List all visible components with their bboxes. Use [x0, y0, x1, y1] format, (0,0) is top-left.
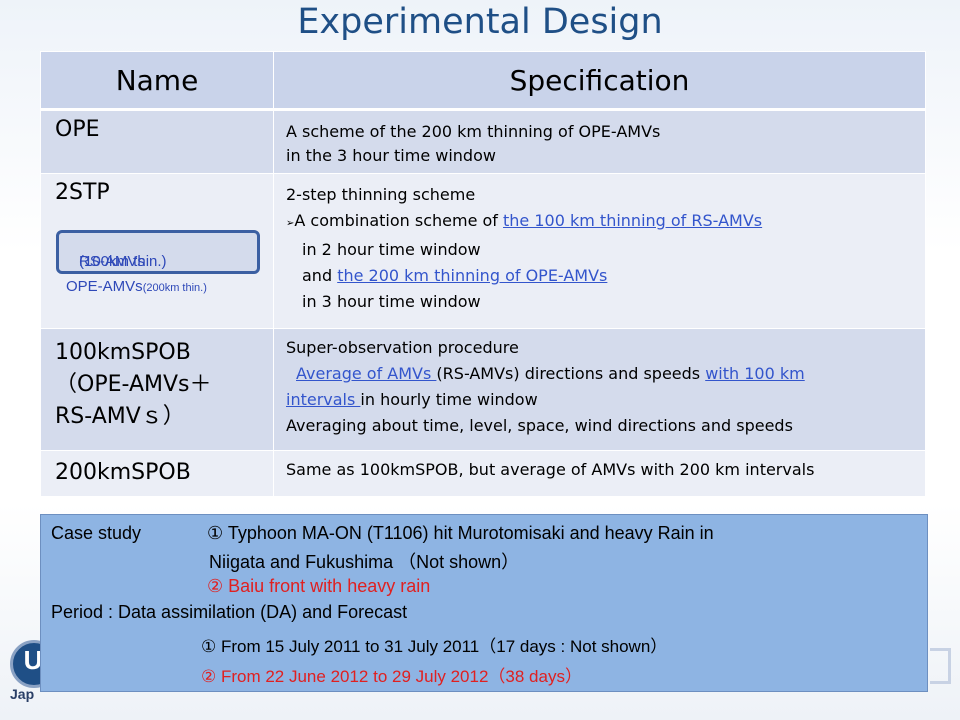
link-intervals[interactable]: intervals: [286, 390, 360, 409]
legend-rs-amvs-box: RS-AMVs (100km thin.): [56, 230, 260, 274]
case-item-1: ① Typhoon MA-ON (T1106) hit Murotomisaki…: [207, 523, 714, 543]
spec-line: in 2 hour time window: [302, 240, 481, 259]
period-item-2: ② From 22 June 2012 to 29 July 2012（38 d…: [201, 667, 582, 686]
spec-line: intervals in hourly time window: [286, 390, 538, 409]
case-study-label: Case study: [51, 523, 142, 543]
case-item-2: ② Baiu front with heavy rain: [207, 576, 431, 596]
table-header-row: Name Specification: [40, 51, 926, 111]
link-200km-thinning[interactable]: the 200 km thinning of OPE-AMVs: [337, 266, 607, 285]
decorative-mark: [930, 648, 951, 684]
page-title: Experimental Design: [297, 2, 663, 42]
spec-line: A scheme of the 200 km thinning of OPE-A…: [286, 122, 661, 141]
spec-line: ➢A combination scheme of the 100 km thin…: [286, 211, 763, 230]
row-spec: Super-observation procedure Average of A…: [273, 328, 926, 451]
row-name: 200kmSPOB: [40, 450, 274, 497]
case-study-box: Case study ① Typhoon MA-ON (T1106) hit M…: [40, 514, 928, 692]
spec-line: 2-step thinning scheme: [286, 185, 476, 204]
row-name: 100kmSPOB （OPE-AMVs＋ RS-AMVｓ）: [40, 328, 274, 451]
header-specification: Specification: [273, 51, 926, 111]
link-with-100km[interactable]: with 100 km: [705, 364, 805, 383]
case-item-1-cont: Niigata and Fukushima （Not shown）: [209, 552, 520, 572]
spec-line: Averaging about time, level, space, wind…: [286, 416, 793, 435]
link-100km-thinning[interactable]: the 100 km thinning of RS-AMVs: [503, 211, 762, 230]
spec-line: Super-observation procedure: [286, 338, 519, 357]
table-row-200kmspob: 200kmSPOB Same as 100kmSPOB, but average…: [40, 450, 926, 497]
logo-text: Jap: [10, 686, 35, 702]
row-spec: 2-step thinning scheme ➢A combination sc…: [273, 173, 926, 329]
row-name: OPE: [40, 109, 274, 174]
spec-line: in 3 hour time window: [302, 292, 481, 311]
period-label: Period : Data assimilation (DA) and Fore…: [51, 602, 408, 622]
spec-line: Average of AMVs (RS-AMVs) directions and…: [296, 364, 805, 383]
header-name: Name: [40, 51, 274, 111]
row-spec: A scheme of the 200 km thinning of OPE-A…: [273, 109, 926, 174]
specification-table: Name Specification OPE A scheme of the 2…: [40, 51, 926, 497]
link-average-of-amvs[interactable]: Average of AMVs: [296, 364, 436, 383]
spec-line: and the 200 km thinning of OPE-AMVs: [302, 266, 608, 285]
period-item-1: ① From 15 July 2011 to 31 July 2011（17 d…: [201, 637, 668, 656]
table-row-100kmspob: 100kmSPOB （OPE-AMVs＋ RS-AMVｓ） Super-obse…: [40, 328, 926, 451]
legend-ope-amvs: OPE-AMVs(200km thin.): [66, 278, 207, 295]
table-row-ope: OPE A scheme of the 200 km thinning of O…: [40, 109, 926, 174]
spec-line: in the 3 hour time window: [286, 146, 496, 165]
row-spec: Same as 100kmSPOB, but average of AMVs w…: [273, 450, 926, 497]
